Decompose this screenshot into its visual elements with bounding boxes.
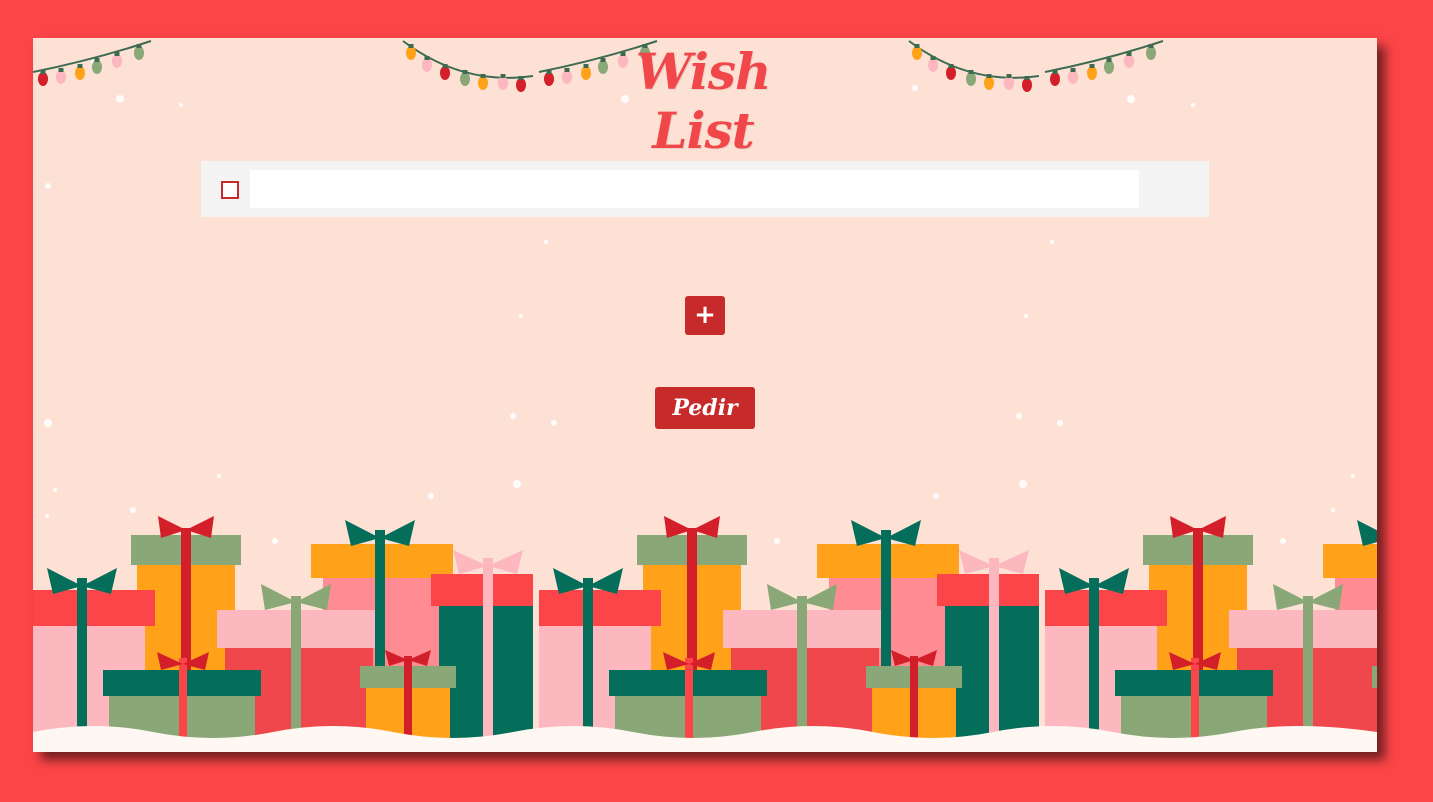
page-title: Wish List	[635, 42, 772, 160]
submit-wishes-button[interactable]: Pedir	[655, 387, 755, 429]
wish-item-input[interactable]	[250, 170, 1139, 208]
wish-item-row	[201, 161, 1209, 217]
wish-item-checkbox[interactable]	[221, 181, 239, 199]
wish-list-card: Wish List + Pedir	[33, 38, 1377, 752]
add-wish-button[interactable]: +	[685, 296, 725, 335]
